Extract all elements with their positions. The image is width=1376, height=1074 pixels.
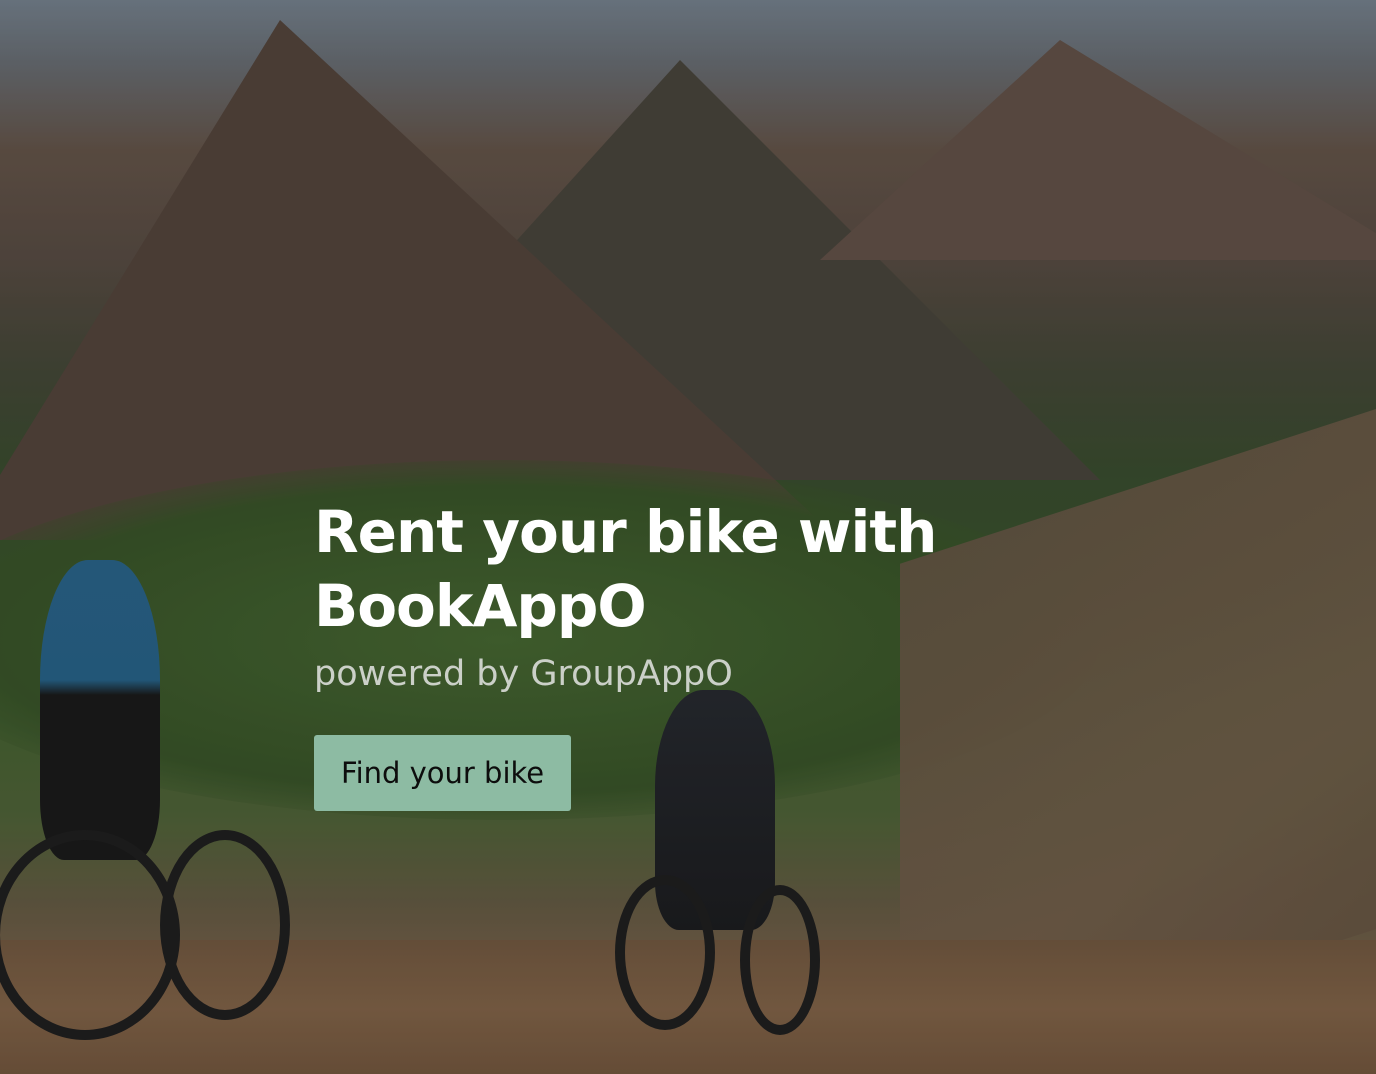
hero-title-line2: BookAppO — [314, 572, 647, 640]
find-your-bike-button[interactable]: Find your bike — [314, 735, 572, 811]
hero-title: Rent your bike with BookAppO — [314, 495, 954, 643]
hero-subtitle: powered by GroupAppO — [314, 654, 733, 694]
hero-content: Rent your bike with BookAppO powered by … — [314, 495, 954, 811]
hero-section: Rent your bike with BookAppO powered by … — [0, 0, 1376, 1074]
hero-title-line1: Rent your bike with — [314, 498, 937, 566]
